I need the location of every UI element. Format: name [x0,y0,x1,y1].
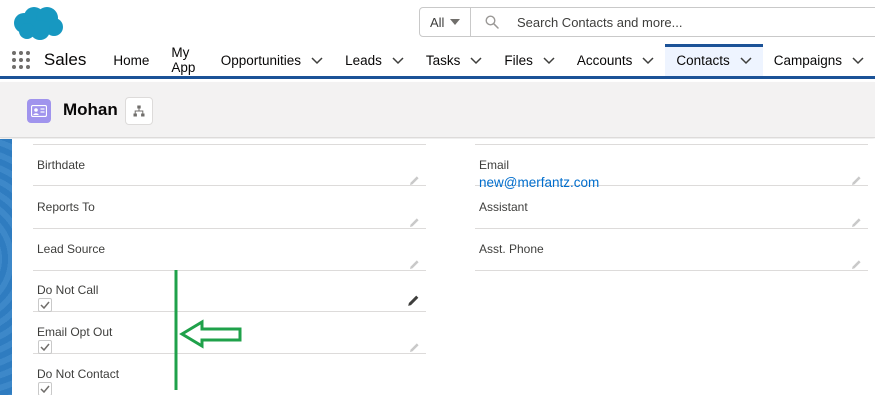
field-label: Assistant [479,200,528,214]
field-label: Birthdate [37,158,86,172]
pencil-icon[interactable] [851,259,862,270]
chevron-down-icon[interactable] [392,54,404,66]
field-label: Reports To [37,200,95,214]
search-input[interactable] [517,14,817,30]
nav-item-home[interactable]: Home [102,44,160,76]
field-label: Do Not Contact [37,367,120,381]
field-label: Asst. Phone [479,242,544,256]
app-launcher-icon [11,51,30,69]
contact-icon [27,99,51,123]
do-not-contact-checkbox[interactable] [38,382,52,395]
global-header: All [0,0,875,44]
chevron-down-icon[interactable] [543,54,555,66]
nav-item-files[interactable]: Files [493,44,566,76]
field-email: Email new@merfantz.com [475,144,868,190]
checkmark-icon [40,301,50,309]
nav-item-contacts[interactable]: Contacts [665,44,763,76]
nav-item-leads[interactable]: Leads [334,44,415,76]
nav-item-label: Campaigns [773,52,842,68]
search-scope-dropdown[interactable]: All [420,8,471,36]
do-not-call-checkbox[interactable] [38,298,52,312]
pencil-icon[interactable] [409,217,420,228]
caret-down-icon [450,19,461,25]
app-launcher-button[interactable] [0,44,32,76]
nav-item-label: Leads [345,52,382,68]
pencil-icon[interactable] [409,342,420,353]
nav-item-accounts[interactable]: Accounts [566,44,666,76]
salesforce-logo[interactable] [10,5,64,43]
search-icon [485,15,499,29]
pencil-icon[interactable] [409,175,420,186]
nav-item-label: My App [171,45,196,75]
record-header: Mohan [0,82,875,138]
nav-item-tasks[interactable]: Tasks [415,44,494,76]
arrow-left-icon [179,319,242,349]
pencil-icon[interactable] [409,259,420,270]
nav-item-label: Accounts [576,52,633,68]
chevron-down-icon[interactable] [470,54,482,66]
field-lead-source: Lead Source [33,229,426,271]
field-assistant: Assistant [475,187,868,229]
pencil-icon[interactable] [407,294,420,307]
nav-item-label: Tasks [425,52,461,68]
nav-item-label: Files [504,52,533,68]
pencil-icon[interactable] [851,175,862,186]
search-scope-label: All [430,14,445,30]
field-asst-phone: Asst. Phone [475,229,868,271]
chevron-down-icon[interactable] [740,54,752,66]
nav-item-label: Home [113,52,150,68]
app-name: Sales [43,50,87,69]
field-reports-to: Reports To [33,187,426,229]
field-birthdate: Birthdate [33,144,426,186]
chevron-down-icon[interactable] [852,54,864,66]
pencil-icon[interactable] [851,217,862,228]
checkmark-icon [40,385,50,393]
field-label: Do Not Call [37,283,99,297]
search-box [471,8,875,36]
nav-item-opportunities[interactable]: Opportunities [210,44,334,76]
email-opt-out-checkbox[interactable] [38,340,52,354]
hierarchy-icon [133,105,145,117]
field-label: Email [479,158,510,172]
nav-item-my-app[interactable]: My App [160,44,209,76]
page-background [0,139,12,395]
view-hierarchy-button[interactable] [125,97,153,125]
chevron-down-icon[interactable] [642,54,654,66]
nav-item-label: Opportunities [220,52,302,68]
record-name: Mohan [63,100,118,119]
navigation-bar: Sales Home My App Opportunities Leads Ta… [0,44,875,79]
record-detail-panel: Birthdate Reports To Lead Source Do Not … [12,139,875,395]
nav-item-label: Contacts [676,52,730,68]
annotation-arrow-overlay [174,270,242,390]
chevron-down-icon[interactable] [311,54,323,66]
nav-item-campaigns[interactable]: Campaigns [763,44,875,76]
field-label: Lead Source [37,242,106,256]
global-search: All [419,7,875,37]
field-label: Email Opt Out [37,325,113,339]
checkmark-icon [40,343,50,351]
